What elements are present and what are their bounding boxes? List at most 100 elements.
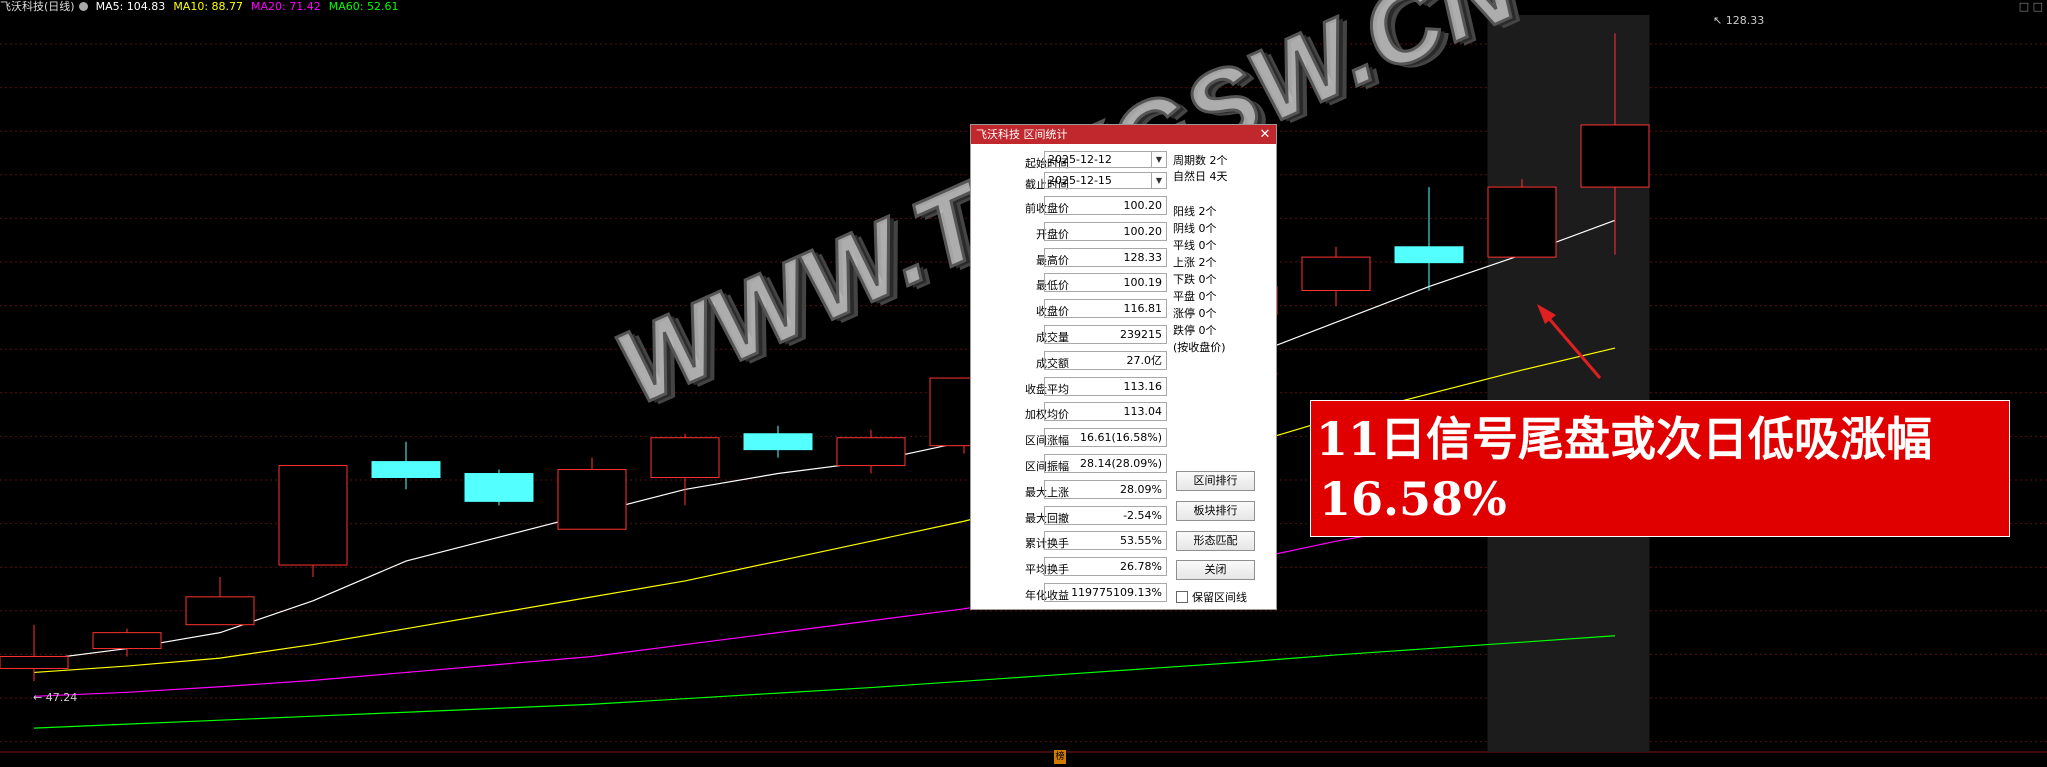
banner-line-1: 11日信号尾盘或次日低吸涨幅: [1316, 412, 1933, 466]
low-price-value: 47.24: [45, 691, 78, 704]
ma60-value: MA60: 52.61: [328, 0, 399, 13]
stat-row: 成交额 27.0亿: [971, 350, 1186, 373]
period-count: 周期数 2个: [1173, 154, 1228, 167]
candle-stat-item: 平盘 0个: [1173, 290, 1217, 303]
bottom-tag[interactable]: 榜: [1054, 750, 1066, 764]
start-time-row: 起始时间 2025-12-12 ▼: [971, 151, 1186, 173]
stat-row: 平均换手 26.78%: [971, 557, 1186, 579]
stat-value: 100.20: [1044, 196, 1167, 215]
stat-value: 119775109.13%: [1044, 583, 1167, 602]
stat-row: 收盘平均 113.16: [971, 376, 1186, 399]
stat-row: 成交量 239215: [971, 325, 1186, 347]
candle-body: [1394, 246, 1464, 264]
chevron-down-icon[interactable]: ▼: [1151, 152, 1166, 167]
stat-row: 最高价 128.33: [971, 247, 1186, 270]
ma20-value: MA20: 71.42: [251, 0, 321, 13]
candle-body: [0, 656, 69, 669]
candle-stat-item: 阴线 0个: [1173, 222, 1217, 235]
chevron-down-icon[interactable]: ▼: [1151, 173, 1166, 188]
stat-row: 区间涨幅 16.61(16.58%): [971, 428, 1186, 450]
stat-value: 27.0亿: [1044, 350, 1167, 370]
interval-rank-button[interactable]: 区间排行: [1176, 471, 1255, 491]
candle: [92, 628, 162, 657]
pattern-match-button[interactable]: 形态匹配: [1176, 531, 1255, 551]
ma5-value: MA5: 104.83: [95, 0, 166, 13]
stat-row: 开盘价 100.20: [971, 221, 1186, 244]
candle-body: [92, 632, 162, 650]
stat-value: 26.78%: [1044, 557, 1167, 577]
close-icon[interactable]: ✕: [1258, 125, 1272, 144]
ma-header: 飞沃科技(日线) MA5: 104.83 MA10: 88.77 MA20: 71.4…: [0, 0, 406, 14]
stat-value: 28.09%: [1044, 479, 1167, 499]
candle-stat-item: (按收盘价): [1173, 341, 1226, 354]
stat-value: 239215: [1044, 325, 1167, 344]
dialog-title: 飞沃科技 区间统计: [976, 128, 1068, 141]
candle: [743, 425, 813, 458]
candle: [650, 433, 720, 506]
candlestick-series: [0, 33, 1650, 682]
candle-stat-item: 阳线 2个: [1173, 205, 1217, 218]
ma60-line: [33, 635, 1616, 729]
stat-value: 100.19: [1044, 273, 1167, 293]
high-price-value: 128.33: [1725, 14, 1765, 27]
candle-body: [743, 433, 813, 451]
high-price-label: ↖ 128.33: [1713, 14, 1765, 27]
candle-body: [836, 437, 906, 467]
dialog-titlebar[interactable]: 飞沃科技 区间统计 ✕: [971, 125, 1276, 144]
annotation-banner: 11日信号尾盘或次日低吸涨幅 16.58%: [1310, 400, 2010, 537]
start-time-value: 2025-12-12: [1048, 153, 1112, 166]
candle: [185, 576, 255, 626]
banner-line-2: 16.58%: [1319, 472, 1507, 526]
candle-body: [650, 437, 720, 478]
candle: [836, 429, 906, 474]
settings-dot-icon[interactable]: [78, 2, 88, 11]
candle-body: [1580, 124, 1650, 188]
sector-rank-button[interactable]: 板块排行: [1176, 501, 1255, 521]
candle-stat-item: 下跌 0个: [1173, 273, 1217, 286]
candle-stat-item: 跌停 0个: [1173, 324, 1217, 337]
end-time-value: 2025-12-15: [1048, 174, 1112, 187]
end-time-row: 截止时间 2025-12-15 ▼: [971, 172, 1186, 194]
candle: [557, 457, 627, 530]
stat-value: 53.55%: [1044, 531, 1167, 551]
stat-row: 前收盘价 100.20: [971, 196, 1186, 218]
stat-value: 16.61(16.58%): [1044, 428, 1167, 448]
stat-value: 100.20: [1044, 221, 1167, 241]
candle-body: [557, 469, 627, 530]
candle-body: [185, 596, 255, 626]
candle-stat-item: 上涨 2个: [1173, 256, 1217, 269]
start-time-select[interactable]: 2025-12-12 ▼: [1044, 151, 1167, 168]
ma10-value: MA10: 88.77: [173, 0, 244, 13]
natural-days: 自然日 4天: [1173, 170, 1228, 183]
stat-row: 最低价 100.19: [971, 273, 1186, 295]
interval-stats-dialog: 飞沃科技 区间统计 ✕ 起始时间 2025-12-12 ▼ 截止时间 2025-1…: [970, 124, 1277, 610]
stat-row: 区间振幅 28.14(28.09%): [971, 454, 1186, 476]
low-price-label: ← 47.24: [33, 691, 78, 704]
stat-value: 113.04: [1044, 402, 1167, 422]
stat-value: 128.33: [1044, 247, 1167, 267]
keep-interval-checkbox[interactable]: 保留区间线: [1176, 589, 1247, 605]
candle: [278, 465, 348, 577]
candle: [1394, 187, 1464, 291]
end-time-select[interactable]: 2025-12-15 ▼: [1044, 172, 1167, 189]
checkbox-icon[interactable]: [1176, 591, 1188, 603]
stat-row: 收盘价 116.81: [971, 299, 1186, 321]
stat-value: -2.54%: [1044, 505, 1167, 525]
stock-title: 飞沃科技(日线): [0, 0, 75, 13]
candle: [0, 624, 69, 682]
stat-row: 累计换手 53.55%: [971, 531, 1186, 553]
candle: [1301, 246, 1371, 307]
close-button[interactable]: 关闭: [1176, 560, 1255, 580]
stat-row: 加权均价 113.04: [971, 402, 1186, 424]
candle-body: [278, 465, 348, 566]
stat-value: 116.81: [1044, 299, 1167, 319]
candle-body: [1487, 186, 1557, 258]
stat-value: 28.14(28.09%): [1044, 454, 1167, 473]
window-control-icons[interactable]: □ □: [2019, 0, 2043, 13]
stat-value: 113.16: [1044, 376, 1167, 396]
candle: [464, 469, 534, 506]
keep-interval-label: 保留区间线: [1192, 591, 1247, 604]
candle: [371, 441, 441, 490]
stat-row: 最大上涨 28.09%: [971, 479, 1186, 502]
candle-body: [1301, 256, 1371, 292]
